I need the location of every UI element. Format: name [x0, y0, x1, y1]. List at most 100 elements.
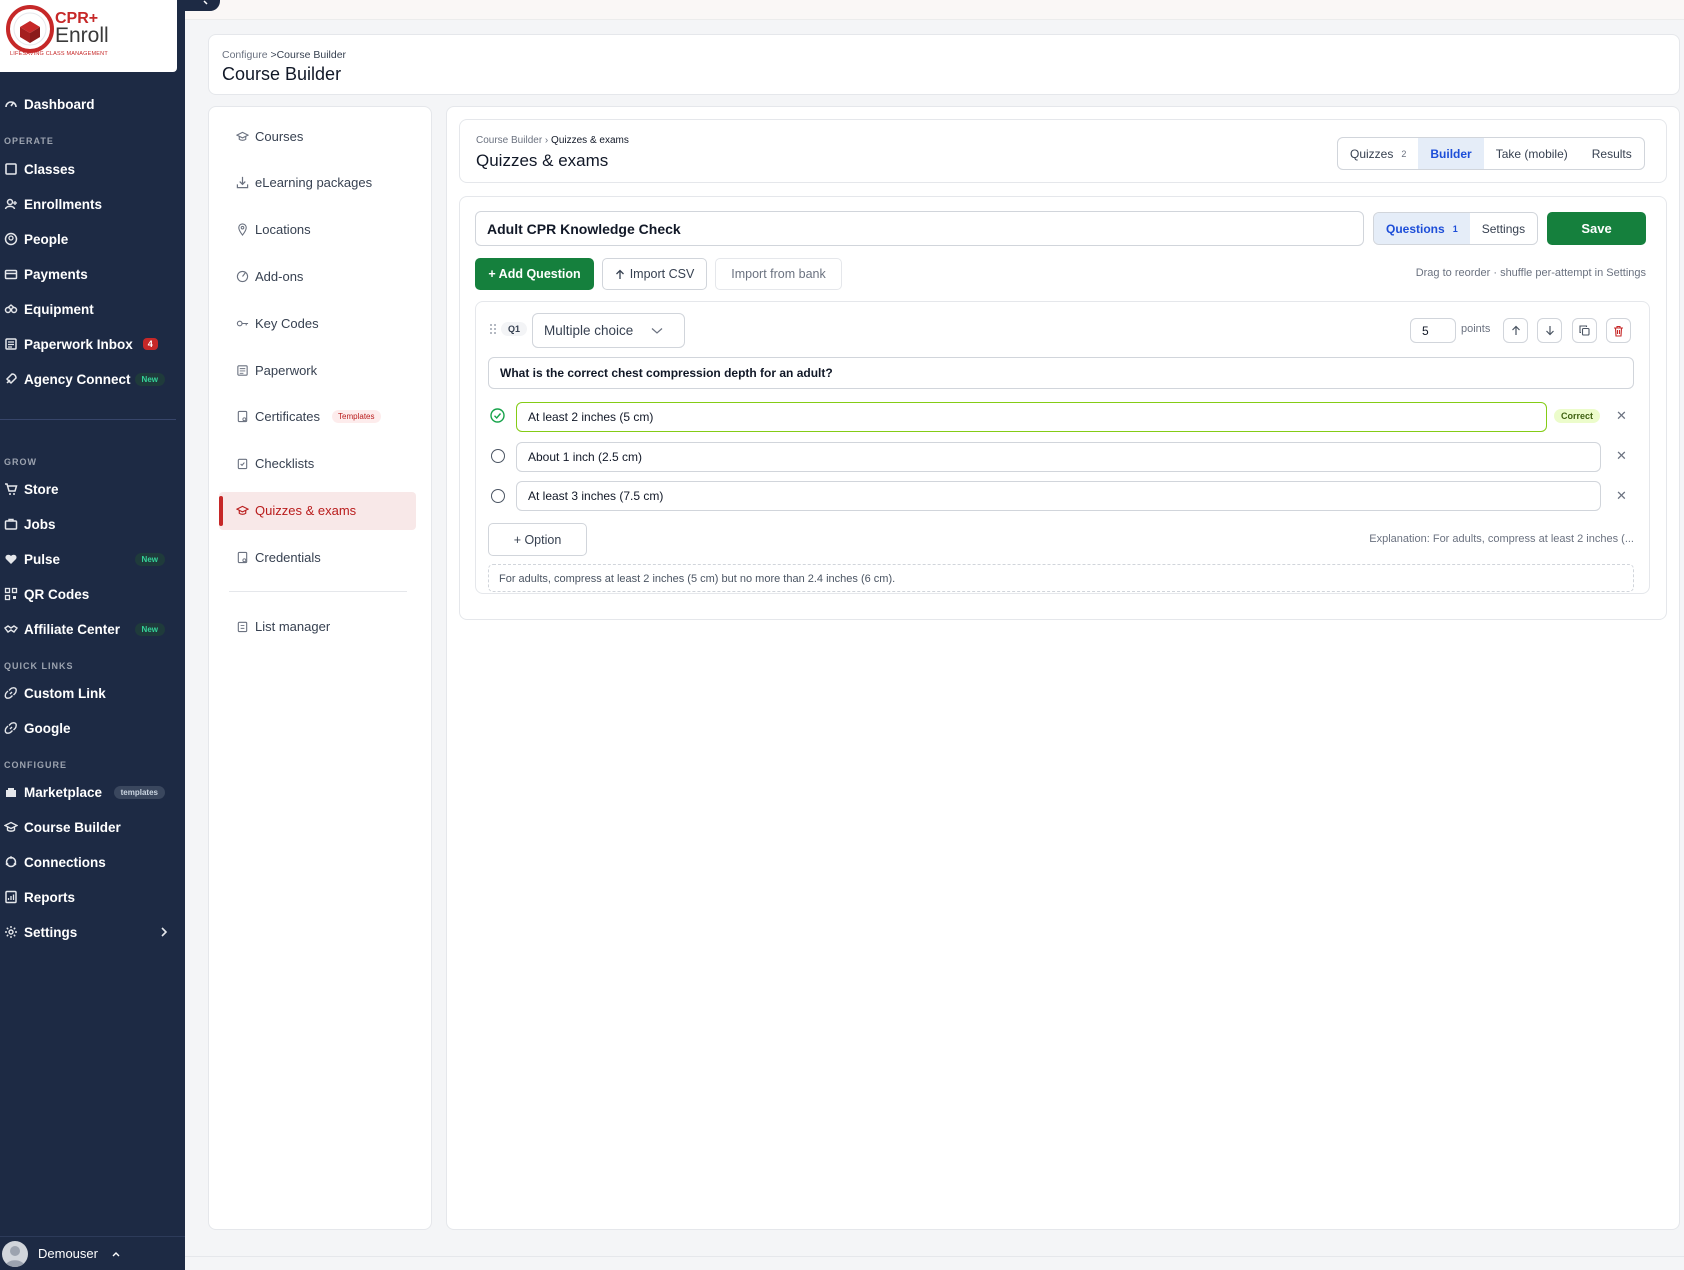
- breadcrumb-configure[interactable]: Configure: [222, 49, 268, 61]
- nav-classes-label: Classes: [24, 161, 76, 177]
- reorder-hint: Drag to reorder · shuffle per-attempt in…: [1415, 267, 1646, 279]
- explanation-field[interactable]: For adults, compress at least 2 inches (…: [488, 564, 1634, 592]
- remove-option-3-button[interactable]: ✕: [1616, 488, 1627, 504]
- nav-equipment[interactable]: Equipment: [4, 298, 94, 320]
- store-icon: [6, 788, 16, 797]
- submenu-credentials-label: Credentials: [255, 549, 321, 565]
- submenu-checklists[interactable]: Checklists: [236, 453, 314, 473]
- download-icon: [236, 176, 249, 188]
- tab-quizzes[interactable]: Quizzes 2: [1338, 138, 1418, 169]
- add-question-button[interactable]: + Add Question: [475, 258, 594, 290]
- remove-option-2-button[interactable]: ✕: [1616, 448, 1627, 464]
- submenu-locations[interactable]: Locations: [236, 219, 311, 239]
- briefcase-icon: [4, 518, 18, 530]
- drag-handle-icon[interactable]: [489, 323, 497, 335]
- nav-dashboard[interactable]: Dashboard: [4, 93, 95, 115]
- explanation-toggle[interactable]: Explanation: For adults, compress at lea…: [1369, 533, 1634, 545]
- section-configure: CONFIGURE: [4, 760, 67, 770]
- new-badge: New: [134, 372, 165, 386]
- nav-paperwork-inbox[interactable]: Paperwork Inbox 4: [4, 333, 158, 355]
- option-2-radio[interactable]: [491, 449, 505, 463]
- submenu-elearning[interactable]: eLearning packages: [236, 172, 372, 192]
- remove-option-1-button[interactable]: ✕: [1616, 408, 1627, 424]
- brand-logo[interactable]: CPR+ Enroll LIFESAVING CLASS MANAGEMENT: [0, 0, 177, 72]
- tab-results[interactable]: Results: [1580, 138, 1644, 169]
- tab-take-mobile[interactable]: Take (mobile): [1484, 138, 1580, 169]
- breadcrumb-course-builder: Course Builder: [276, 49, 347, 61]
- nav-google[interactable]: Google: [4, 717, 71, 739]
- nav-classes[interactable]: Classes: [4, 158, 75, 180]
- save-button[interactable]: Save: [1547, 212, 1646, 245]
- nav-enrollments[interactable]: Enrollments: [4, 193, 102, 215]
- gear-icon: [5, 926, 17, 938]
- nav-store[interactable]: Store: [4, 478, 59, 500]
- submenu-checklists-label: Checklists: [255, 455, 315, 471]
- view-tab-questions-label: Questions: [1386, 221, 1445, 236]
- nav-payments-label: Payments: [24, 266, 88, 282]
- tab-builder[interactable]: Builder: [1418, 138, 1484, 169]
- submenu-elearning-label: eLearning packages: [255, 174, 373, 190]
- submenu-courses[interactable]: Courses: [236, 126, 303, 146]
- page-header: Configure >Course Builder Course Builder: [208, 34, 1680, 95]
- nav-settings[interactable]: Settings: [4, 921, 169, 943]
- submenu-divider: [229, 591, 407, 592]
- submenu-certificates[interactable]: Certificates Templates: [236, 406, 381, 426]
- report-icon: [5, 890, 17, 904]
- nav-jobs[interactable]: Jobs: [4, 513, 56, 535]
- nav-pulse-label: Pulse: [24, 551, 61, 567]
- import-csv-button[interactable]: Import CSV: [602, 258, 707, 290]
- paperwork-icon: [237, 364, 248, 376]
- chevron-up-icon: [112, 1251, 120, 1256]
- nav-connections[interactable]: Connections: [4, 851, 106, 873]
- option-1-input[interactable]: At least 2 inches (5 cm): [516, 402, 1547, 432]
- option-2-input[interactable]: About 1 inch (2.5 cm): [516, 442, 1601, 472]
- page-footer: [185, 1256, 1684, 1270]
- nav-agency-connect-label: Agency Connect: [24, 371, 131, 387]
- nav-agency-connect[interactable]: Agency Connect New: [4, 368, 185, 390]
- view-tab-settings[interactable]: Settings: [1469, 213, 1538, 244]
- panel-tabs: Quizzes 2 Builder Take (mobile) Results: [1337, 137, 1645, 170]
- submenu-list-manager-label: List manager: [255, 618, 331, 634]
- nav-reports[interactable]: Reports: [4, 886, 75, 908]
- points-input[interactable]: 5: [1410, 318, 1456, 343]
- view-tab-questions[interactable]: Questions 1: [1374, 213, 1470, 244]
- chevron-down-icon: [651, 327, 663, 334]
- quiz-title-input[interactable]: Adult CPR Knowledge Check: [475, 211, 1364, 246]
- nav-payments[interactable]: Payments: [4, 263, 88, 285]
- addon-icon: [236, 270, 249, 282]
- move-down-button[interactable]: [1537, 318, 1562, 343]
- duplicate-button[interactable]: [1572, 318, 1597, 343]
- arrow-down-icon: [1545, 326, 1554, 336]
- submenu-key-codes[interactable]: Key Codes: [236, 313, 319, 333]
- submenu-addons[interactable]: Add-ons: [236, 266, 303, 286]
- submenu-credentials[interactable]: Credentials: [236, 547, 321, 567]
- key-icon: [236, 320, 249, 326]
- question-text-input[interactable]: What is the correct chest compression de…: [488, 357, 1634, 389]
- delete-question-button[interactable]: [1606, 318, 1631, 343]
- user-menu[interactable]: Demouser: [0, 1236, 185, 1270]
- nav-qr-codes[interactable]: QR Codes: [4, 583, 89, 605]
- nav-people[interactable]: People: [4, 228, 68, 250]
- cart-icon: [5, 483, 18, 495]
- option-3-radio[interactable]: [491, 489, 505, 503]
- sidebar-toggle-button[interactable]: [185, 0, 220, 11]
- add-option-button[interactable]: + Option: [488, 523, 587, 556]
- question-type-select[interactable]: Multiple choice: [532, 313, 685, 348]
- move-up-button[interactable]: [1503, 318, 1528, 343]
- nav-custom-link[interactable]: Custom Link: [4, 682, 106, 704]
- import-from-bank-button[interactable]: Import from bank: [715, 258, 842, 290]
- graduation-cap-icon: [236, 505, 249, 515]
- nav-pulse[interactable]: Pulse New: [4, 548, 185, 570]
- nav-google-label: Google: [24, 720, 71, 736]
- submenu-quizzes[interactable]: Quizzes & exams: [236, 500, 356, 520]
- nav-affiliate-center[interactable]: Affiliate Center New: [4, 618, 185, 640]
- option-3-input[interactable]: At least 3 inches (7.5 cm): [516, 481, 1601, 511]
- tab-quizzes-count: 2: [1401, 148, 1407, 159]
- submenu-paperwork[interactable]: Paperwork: [236, 360, 317, 380]
- panel-breadcrumb-course-builder[interactable]: Course Builder: [476, 135, 542, 146]
- submenu-list-manager[interactable]: List manager: [236, 616, 330, 636]
- panel-breadcrumb: Course Builder › Quizzes & exams: [476, 135, 629, 146]
- correct-check-icon[interactable]: [490, 408, 505, 423]
- nav-marketplace[interactable]: Marketplace templates: [4, 781, 185, 803]
- nav-course-builder[interactable]: Course Builder: [4, 816, 121, 838]
